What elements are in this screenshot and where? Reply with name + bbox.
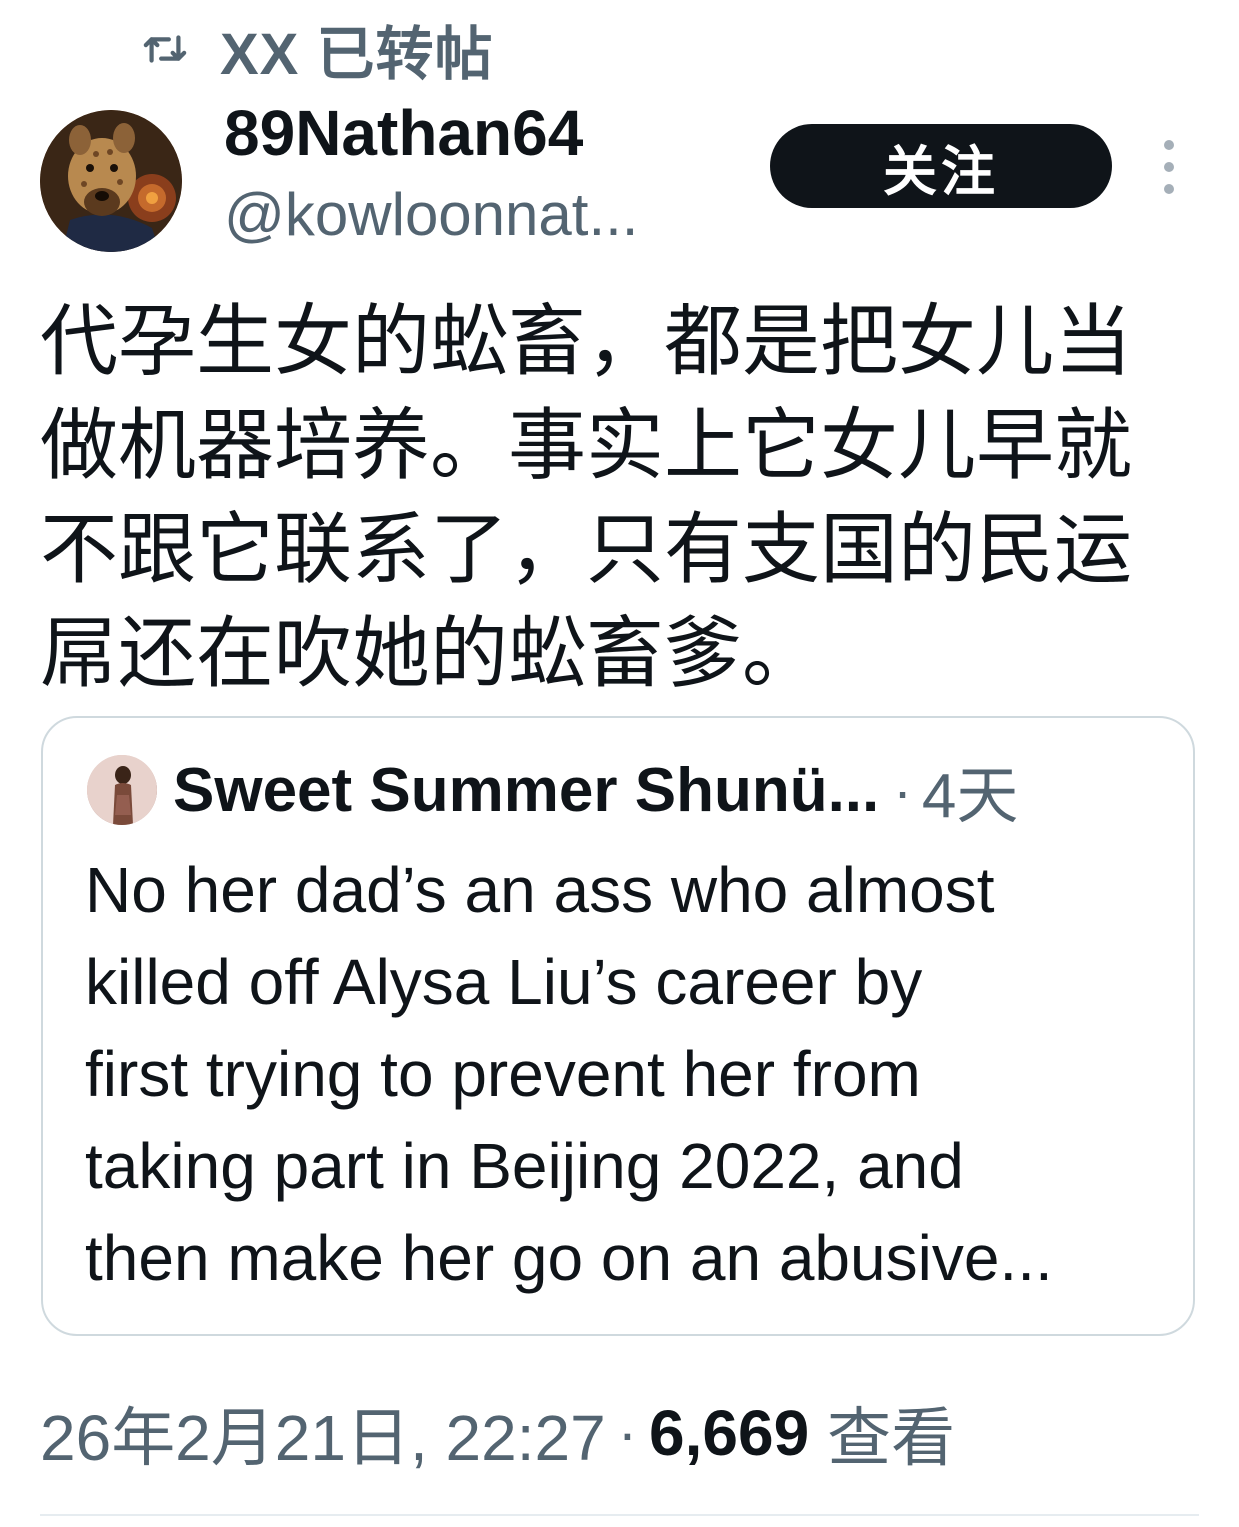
quoted-text-line: No her dad’s an ass who almost: [85, 854, 995, 926]
author-handle[interactable]: @kowloonnat...: [224, 180, 638, 249]
quoted-tweet-text: No her dad’s an ass who almost killed of…: [85, 844, 1165, 1304]
retweet-banner: XX 已转帖: [142, 14, 494, 87]
quoted-author-avatar[interactable]: [87, 755, 157, 825]
quoted-text-line: then make her go on an abusive...: [85, 1222, 1053, 1294]
author-display-name[interactable]: 89Nathan64: [224, 96, 583, 170]
tweet-text-line: 做机器培养。事实上它女儿早就: [40, 401, 1133, 491]
hyena-avatar-icon: [40, 110, 182, 252]
tweet-text: 代孕生女的蚣畜，都是把女儿当 做机器培养。事实上它女儿早就 不跟它联系了，只有支…: [40, 290, 1160, 706]
divider: [40, 1514, 1199, 1516]
author-avatar[interactable]: [40, 110, 182, 252]
retweet-icon: [142, 26, 188, 72]
quoted-text-line: first trying to prevent her from: [85, 1038, 921, 1110]
more-options-button[interactable]: [1150, 140, 1188, 194]
views-label: 查看: [827, 1402, 956, 1474]
tweet-timestamp[interactable]: 26年2月21日, 22:27: [40, 1387, 606, 1479]
tweet-text-line: 代孕生女的蚣畜，都是把女儿当: [40, 297, 1133, 387]
views-count[interactable]: 6,669: [649, 1396, 809, 1470]
tweet-text-line: 屌还在吹她的蚣畜爹。: [40, 609, 821, 699]
quoted-text-line: taking part in Beijing 2022, and: [85, 1130, 964, 1202]
quoted-author-name[interactable]: Sweet Summer Shunü...: [173, 755, 879, 826]
more-vertical-icon-dot: [1164, 184, 1174, 194]
meta-separator: ·: [617, 1400, 638, 1466]
quoted-separator: ·: [893, 758, 912, 822]
quoted-text-line: killed off Alysa Liu’s career by: [85, 946, 923, 1018]
person-avatar-icon: [87, 755, 157, 825]
tweet-meta: 26年2月21日, 22:27 · 6,669 查看: [40, 1388, 955, 1478]
more-vertical-icon: [1164, 140, 1174, 150]
retweet-label[interactable]: XX 已转帖: [220, 7, 494, 91]
follow-button[interactable]: 关注: [770, 124, 1112, 208]
quoted-timestamp[interactable]: 4天: [922, 745, 1018, 835]
tweet-text-line: 不跟它联系了，只有支国的民运: [40, 505, 1133, 595]
more-vertical-icon-dot: [1164, 162, 1174, 172]
quoted-tweet-header: Sweet Summer Shunü... · 4天: [87, 752, 1018, 831]
quoted-tweet-card[interactable]: Sweet Summer Shunü... · 4天 No her dad’s …: [41, 716, 1195, 1336]
